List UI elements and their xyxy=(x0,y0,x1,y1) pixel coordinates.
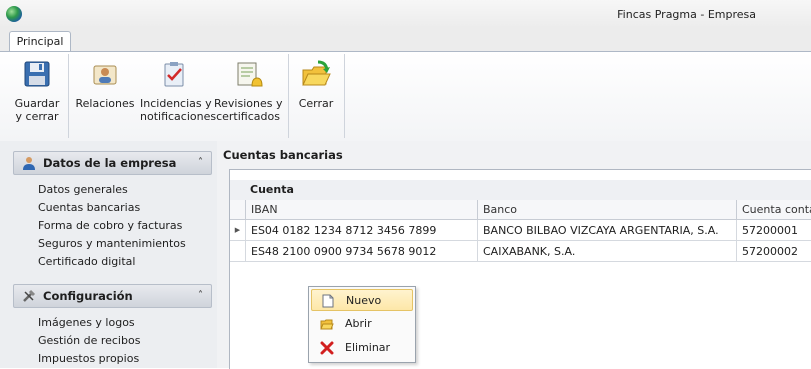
ribbon: Guardar y cerrar Relaciones Incidencias … xyxy=(0,51,811,142)
menu-item-abrir[interactable]: Abrir xyxy=(311,313,413,335)
floppy-disk-icon xyxy=(24,61,50,87)
relaciones-button[interactable]: Relaciones xyxy=(74,56,136,110)
ribbon-tab-strip: Principal xyxy=(0,28,811,53)
grid-band-label: Cuenta xyxy=(250,183,294,196)
group-title: Datos de la empresa xyxy=(43,156,177,170)
sidebar-item-certificado[interactable]: Certificado digital xyxy=(38,255,135,268)
table-cell-iban[interactable]: ES48 2100 0900 9734 5678 9012 xyxy=(246,241,478,262)
row-indicator xyxy=(230,241,246,262)
title-bar: Fincas Pragma - Empresa xyxy=(0,0,811,28)
tools-icon xyxy=(23,289,36,302)
section-title: Cuentas bancarias xyxy=(223,148,343,162)
group-datos-empresa[interactable]: Datos de la empresa ˄ xyxy=(13,151,212,175)
revisiones-label: Revisiones y certificados xyxy=(214,97,283,123)
menu-item-eliminar[interactable]: Eliminar xyxy=(311,337,413,359)
collapse-chevron-icon[interactable]: ˄ xyxy=(198,152,203,174)
sidebar-item-seguros[interactable]: Seguros y mantenimientos xyxy=(38,237,186,250)
tab-principal[interactable]: Principal xyxy=(9,31,71,53)
clipboard-check-icon xyxy=(164,62,184,87)
ribbon-separator xyxy=(344,54,345,138)
column-header-banco[interactable]: Banco xyxy=(478,200,737,220)
relaciones-label: Relaciones xyxy=(75,97,135,110)
open-folder-icon xyxy=(320,319,334,330)
menu-item-label: Eliminar xyxy=(345,341,391,354)
new-document-icon xyxy=(322,294,334,308)
sidebar-item-imagenes[interactable]: Imágenes y logos xyxy=(38,316,135,329)
context-menu: Nuevo Abrir Eliminar xyxy=(308,286,416,363)
table-cell-cuenta[interactable]: 57200001 xyxy=(737,220,811,241)
sidebar-item-recibos[interactable]: Gestión de recibos xyxy=(38,334,140,347)
guardar-label-1: Guardar y cerrar xyxy=(14,97,60,123)
window-title: Fincas Pragma - Empresa xyxy=(617,8,756,21)
group-title: Configuración xyxy=(43,289,133,303)
contacts-card-icon xyxy=(93,65,117,85)
current-row-indicator-icon: ▶ xyxy=(230,220,246,241)
delete-x-icon xyxy=(320,341,334,355)
folder-open-arrow-icon xyxy=(302,60,331,86)
incidencias-label: Incidencias y notificaciones xyxy=(140,97,217,123)
menu-item-label: Abrir xyxy=(345,317,372,330)
row-indicator-header xyxy=(230,200,246,220)
table-cell-iban[interactable]: ES04 0182 1234 8712 3456 7899 xyxy=(246,220,478,241)
menu-item-label: Nuevo xyxy=(346,294,382,307)
sidebar-item-forma-cobro[interactable]: Forma de cobro y facturas xyxy=(38,219,182,232)
cerrar-button[interactable]: Cerrar xyxy=(294,56,338,110)
column-header-iban[interactable]: IBAN xyxy=(246,200,478,220)
table-cell-banco[interactable]: CAIXABANK, S.A. xyxy=(478,241,737,262)
column-header-cuenta-contable[interactable]: Cuenta contab xyxy=(737,200,811,220)
collapse-chevron-icon[interactable]: ˄ xyxy=(198,285,203,307)
guardar-y-cerrar-button[interactable]: Guardar y cerrar xyxy=(12,56,62,123)
sidebar-item-datos-generales[interactable]: Datos generales xyxy=(38,183,128,196)
cerrar-label: Cerrar xyxy=(298,97,334,110)
ribbon-separator xyxy=(68,54,69,138)
sidebar-item-cuentas-bancarias[interactable]: Cuentas bancarias xyxy=(38,201,140,214)
menu-item-nuevo[interactable]: Nuevo xyxy=(311,289,413,311)
revisiones-button[interactable]: Revisiones y certificados xyxy=(214,56,282,123)
notepad-bell-icon xyxy=(237,62,263,87)
group-configuracion[interactable]: Configuración ˄ xyxy=(13,284,212,308)
ribbon-separator xyxy=(288,54,289,138)
grid-band-header xyxy=(230,180,811,201)
sidebar-item-impuestos[interactable]: Impuestos propios xyxy=(38,352,139,365)
table-cell-cuenta[interactable]: 57200002 xyxy=(737,241,811,262)
incidencias-button[interactable]: Incidencias y notificaciones xyxy=(140,56,217,123)
person-icon xyxy=(23,157,35,170)
table-cell-banco[interactable]: BANCO BILBAO VIZCAYA ARGENTARIA, S.A. xyxy=(478,220,737,241)
